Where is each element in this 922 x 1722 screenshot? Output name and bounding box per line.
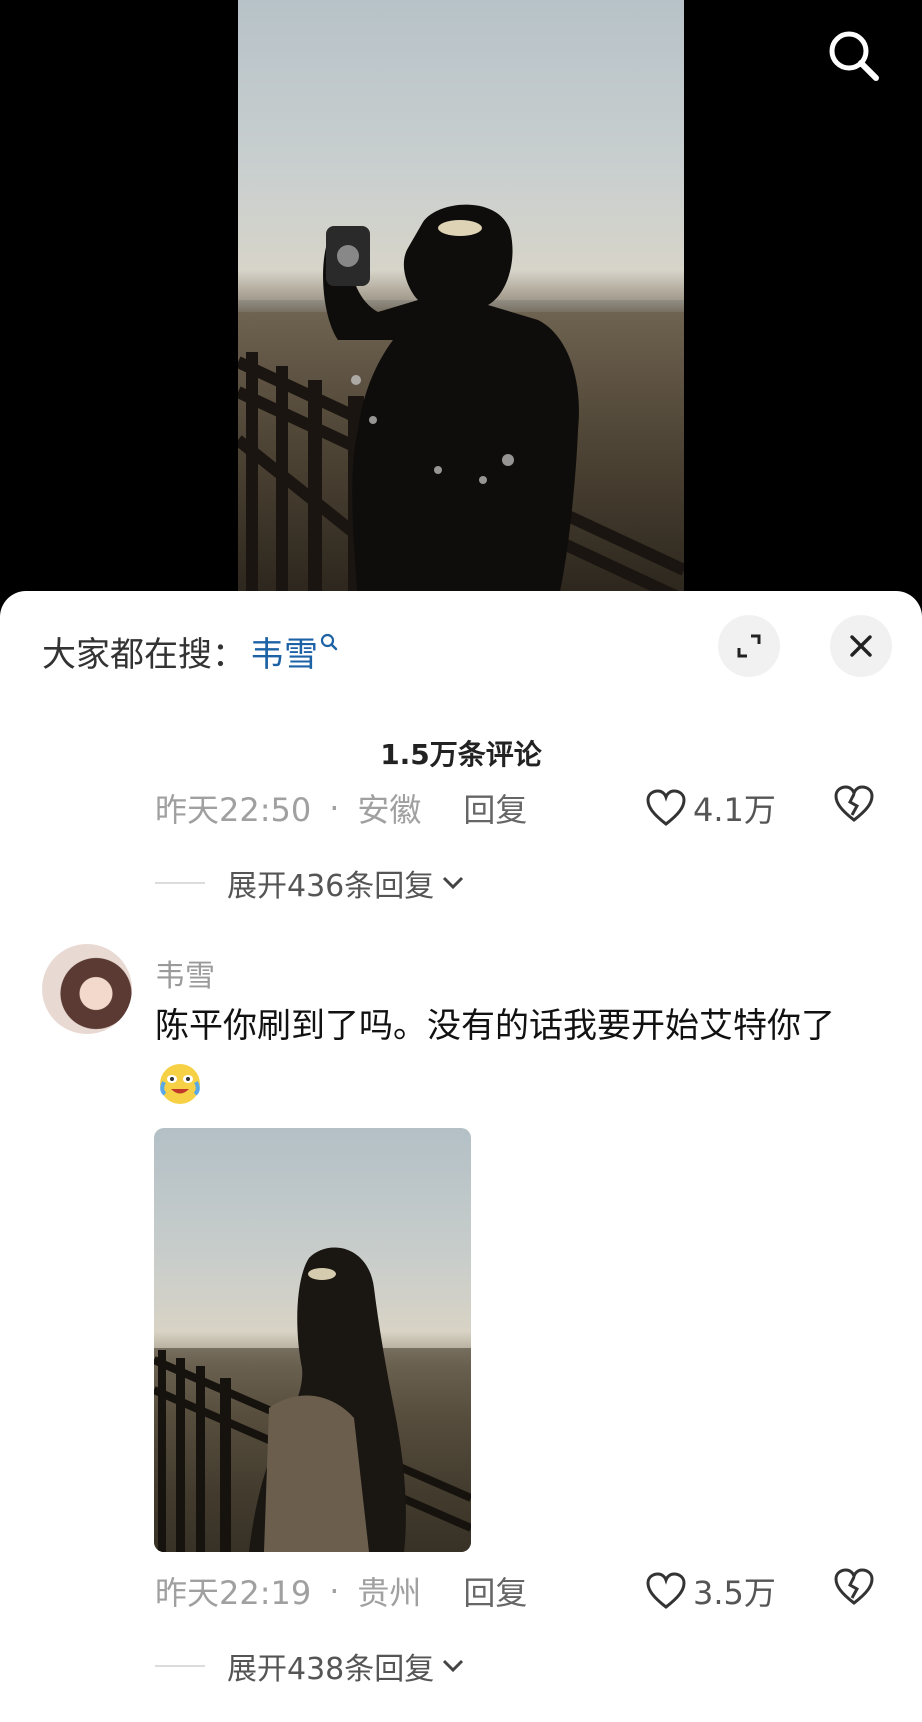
top-search-button[interactable]: [826, 28, 882, 84]
comment2-like-count: 3.5万: [693, 1574, 776, 1612]
expand-icon: [737, 634, 761, 658]
expand-divider: [155, 882, 205, 884]
heart-icon: [646, 1572, 686, 1609]
comment1-like-button[interactable]: 4.1万: [645, 785, 776, 831]
screen: 大家都在搜： 韦雪 1.5万条评论 昨天22:50 · 安徽 回复 4.1万 展…: [0, 0, 922, 1722]
comment1-time: 昨天22:50: [155, 791, 312, 829]
comment2-text-body: 陈平你刷到了吗。没有的话我要开始艾特你了: [155, 1006, 835, 1046]
comment-sheet: 大家都在搜： 韦雪 1.5万条评论 昨天22:50 · 安徽 回复 4.1万 展…: [0, 591, 922, 1722]
trending-search-prefix: 大家都在搜：: [42, 635, 246, 675]
crying-laughing-emoji-icon: [157, 1060, 203, 1126]
search-icon: [829, 31, 879, 81]
comment2-photo-scene: [154, 1247, 471, 1552]
comment2-meta: 昨天22:19 · 贵州 回复 3.5万: [155, 1568, 875, 1614]
comment1-expand-replies[interactable]: 展开436条回复: [155, 861, 466, 905]
comment2-like-button[interactable]: 3.5万: [645, 1568, 776, 1614]
broken-heart-icon: [834, 785, 874, 822]
comment-count-title: 1.5万条评论: [380, 738, 542, 771]
comment1-separator: ·: [329, 789, 340, 827]
comment1-location: 安徽: [357, 791, 422, 829]
video-player[interactable]: [238, 0, 684, 600]
small-search-icon: [320, 620, 338, 660]
trending-search-bar[interactable]: 大家都在搜： 韦雪: [42, 627, 338, 676]
comment1-like-count: 4.1万: [693, 791, 776, 829]
expand-button[interactable]: [718, 615, 780, 677]
comment1-dislike-button[interactable]: [833, 785, 875, 831]
comment2-dislike-button[interactable]: [833, 1568, 875, 1614]
broken-heart-icon: [834, 1568, 874, 1605]
comment2-reply-button[interactable]: 回复: [463, 1568, 527, 1614]
heart-icon: [646, 789, 686, 826]
chevron-down-icon: [443, 876, 464, 890]
chevron-down-icon: [443, 1659, 464, 1673]
close-icon: [850, 635, 872, 657]
comment1-reply-button[interactable]: 回复: [463, 785, 527, 831]
comment2-text: 陈平你刷到了吗。没有的话我要开始艾特你了: [155, 996, 875, 1126]
video-scene: [238, 204, 684, 600]
comment2-location: 贵州: [357, 1574, 422, 1612]
comment1-expand-label: 展开436条回复: [227, 869, 435, 904]
comment2-username[interactable]: 韦雪: [155, 951, 215, 995]
comment2-expand-label: 展开438条回复: [227, 1652, 435, 1687]
expand-divider: [155, 1665, 205, 1667]
comment1-meta: 昨天22:50 · 安徽 回复 4.1万: [155, 785, 875, 831]
close-button[interactable]: [830, 615, 892, 677]
comment2-separator: ·: [329, 1572, 340, 1610]
comment2-time: 昨天22:19: [155, 1574, 312, 1612]
trending-search-term[interactable]: 韦雪: [250, 627, 318, 676]
comment2-image[interactable]: [154, 1128, 471, 1552]
comment2-expand-replies[interactable]: 展开438条回复: [155, 1644, 466, 1688]
avatar[interactable]: [42, 944, 132, 1034]
